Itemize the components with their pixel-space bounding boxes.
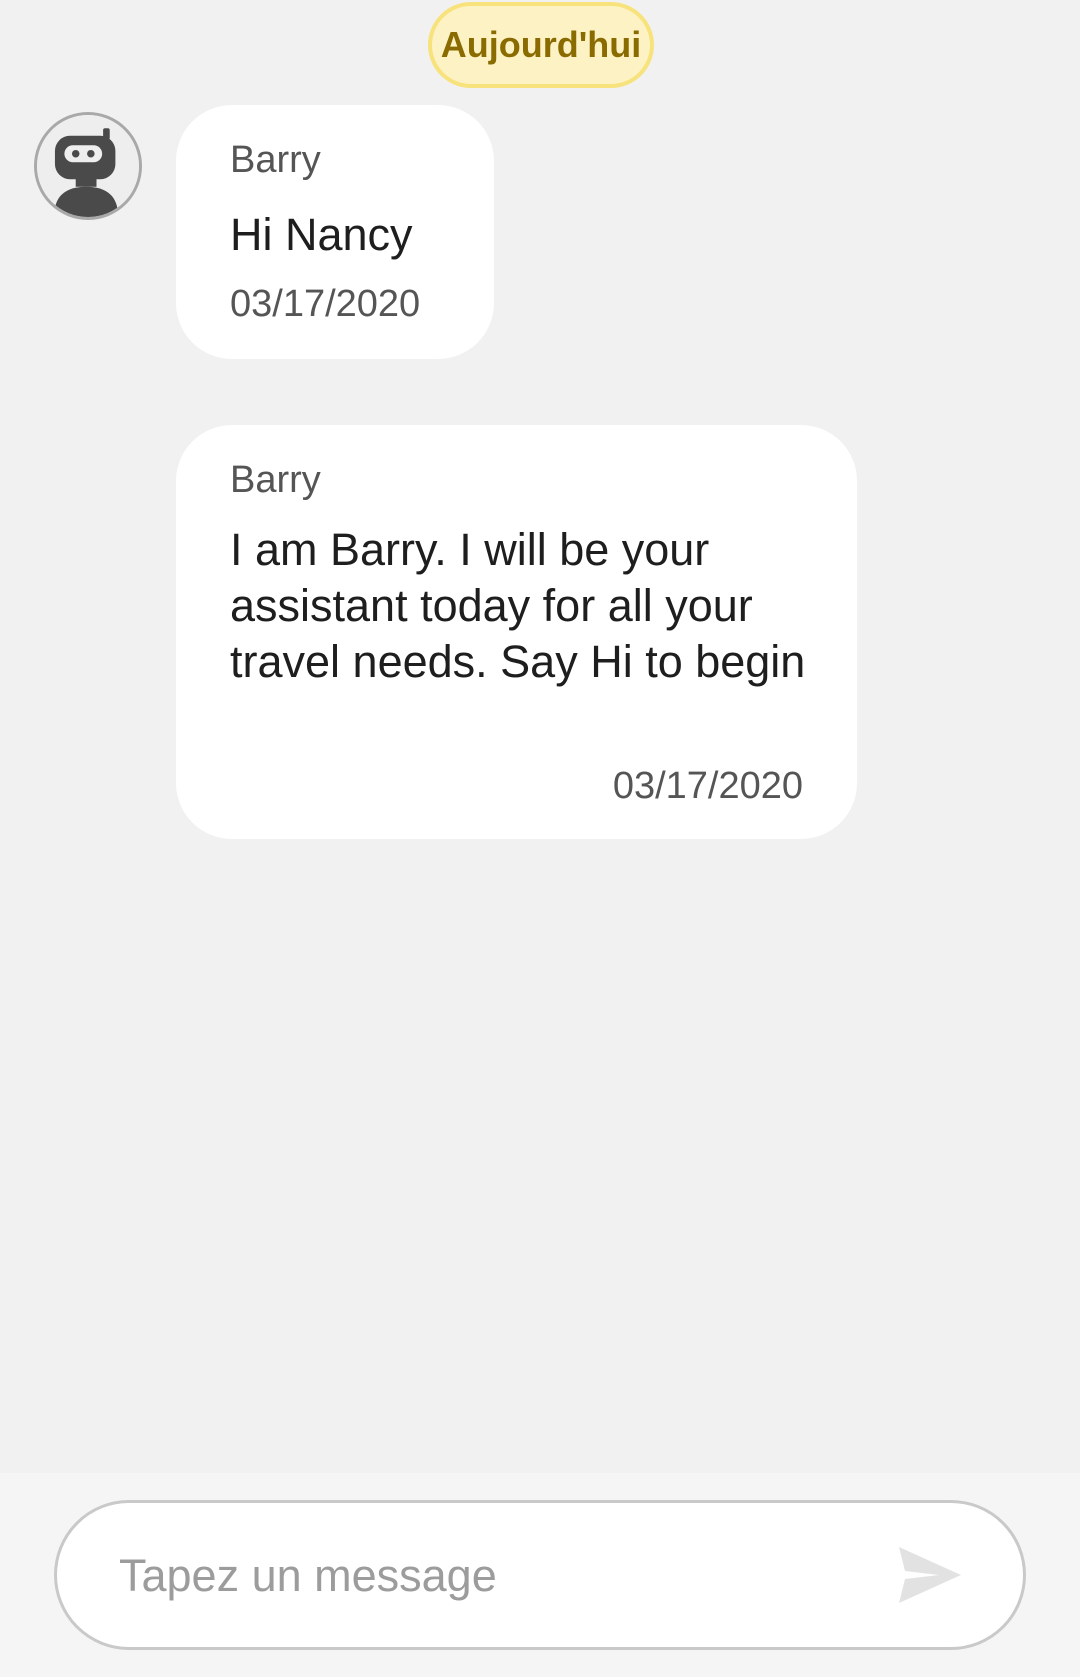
message-text: Hi Nancy bbox=[230, 209, 413, 260]
send-button[interactable] bbox=[895, 1543, 965, 1607]
message-timestamp: 03/17/2020 bbox=[230, 283, 421, 325]
message-composer bbox=[54, 1500, 1026, 1650]
message-bubble: Barry I am Barry. I will be your assista… bbox=[176, 425, 857, 839]
message-bubble: Barry Hi Nancy 03/17/2020 bbox=[176, 105, 494, 359]
message-sender: Barry bbox=[230, 139, 321, 181]
message-sender: Barry bbox=[230, 459, 321, 501]
composer-bar bbox=[0, 1473, 1080, 1677]
send-icon bbox=[899, 1547, 961, 1603]
date-separator-badge: Aujourd'hui bbox=[428, 2, 654, 88]
robot-icon bbox=[37, 115, 139, 217]
bot-avatar bbox=[34, 112, 142, 220]
date-separator-label: Aujourd'hui bbox=[440, 24, 642, 65]
message-text: I am Barry. I will be your assistant tod… bbox=[230, 524, 806, 687]
message-input[interactable] bbox=[117, 1533, 881, 1619]
chat-area: Aujourd'hui Barry Hi Nancy 03/17/2020 Ba… bbox=[0, 0, 1080, 1473]
message-timestamp: 03/17/2020 bbox=[612, 765, 803, 807]
